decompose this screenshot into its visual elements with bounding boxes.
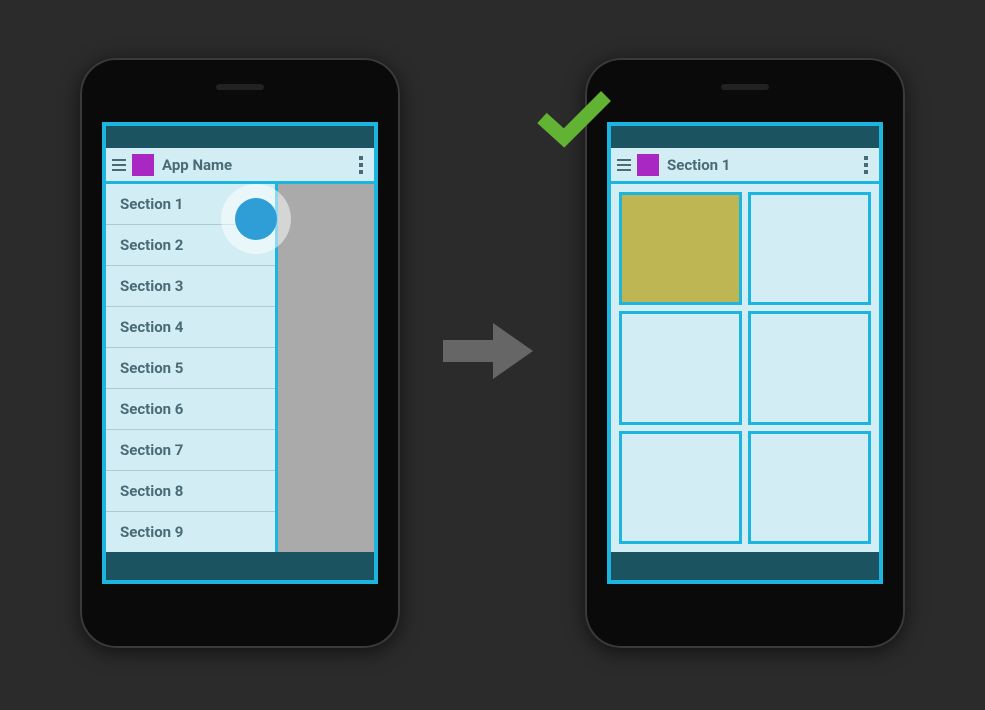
status-bar [611, 126, 879, 148]
drawer-item-label: Section 2 [120, 236, 183, 254]
drawer-item-section5[interactable]: Section 5 [106, 348, 275, 389]
drawer-item-section9[interactable]: Section 9 [106, 512, 275, 552]
drawer-item-label: Section 3 [120, 277, 183, 295]
grid-cell-3[interactable] [748, 311, 871, 424]
content-area-before: Section 1 Section 2 Section 3 Section 4 … [106, 184, 374, 552]
hamburger-icon[interactable] [112, 159, 126, 171]
navigation-bar [611, 552, 879, 580]
hamburger-icon[interactable] [617, 159, 631, 171]
drawer-item-label: Section 1 [120, 195, 183, 213]
drawer-item-section8[interactable]: Section 8 [106, 471, 275, 512]
touch-indicator [221, 184, 291, 254]
drawer-item-section7[interactable]: Section 7 [106, 430, 275, 471]
grid-cell-2[interactable] [619, 311, 742, 424]
drawer-item-section3[interactable]: Section 3 [106, 266, 275, 307]
arrow-icon [438, 320, 538, 382]
drawer-item-label: Section 7 [120, 441, 183, 459]
drawer-item-label: Section 4 [120, 318, 183, 336]
touch-dot [235, 198, 277, 240]
app-title: Section 1 [667, 156, 859, 174]
grid-cell-1[interactable] [748, 192, 871, 305]
phone-screen-after: Section 1 [607, 122, 883, 584]
phone-screen-before: App Name Section 1 Section 2 Section 3 S… [102, 122, 378, 584]
content-area-after [611, 184, 879, 552]
content-grid [619, 192, 871, 544]
drawer-item-label: Section 9 [120, 523, 183, 541]
app-icon[interactable] [637, 154, 659, 176]
phone-earpiece [216, 84, 264, 90]
app-icon[interactable] [132, 154, 154, 176]
drawer-item-label: Section 5 [120, 359, 183, 377]
grid-cell-5[interactable] [748, 431, 871, 544]
overflow-icon[interactable] [354, 156, 368, 174]
drawer-item-section4[interactable]: Section 4 [106, 307, 275, 348]
phone-mockup-after: Section 1 [585, 58, 905, 648]
navigation-bar [106, 552, 374, 580]
drawer-item-section6[interactable]: Section 6 [106, 389, 275, 430]
grid-cell-0[interactable] [619, 192, 742, 305]
action-bar: App Name [106, 148, 374, 184]
action-bar: Section 1 [611, 148, 879, 184]
app-title: App Name [162, 156, 354, 174]
phone-mockup-before: App Name Section 1 Section 2 Section 3 S… [80, 58, 400, 648]
status-bar [106, 126, 374, 148]
drawer-item-label: Section 6 [120, 400, 183, 418]
overflow-icon[interactable] [859, 156, 873, 174]
phone-earpiece [721, 84, 769, 90]
grid-cell-4[interactable] [619, 431, 742, 544]
drawer-item-label: Section 8 [120, 482, 183, 500]
